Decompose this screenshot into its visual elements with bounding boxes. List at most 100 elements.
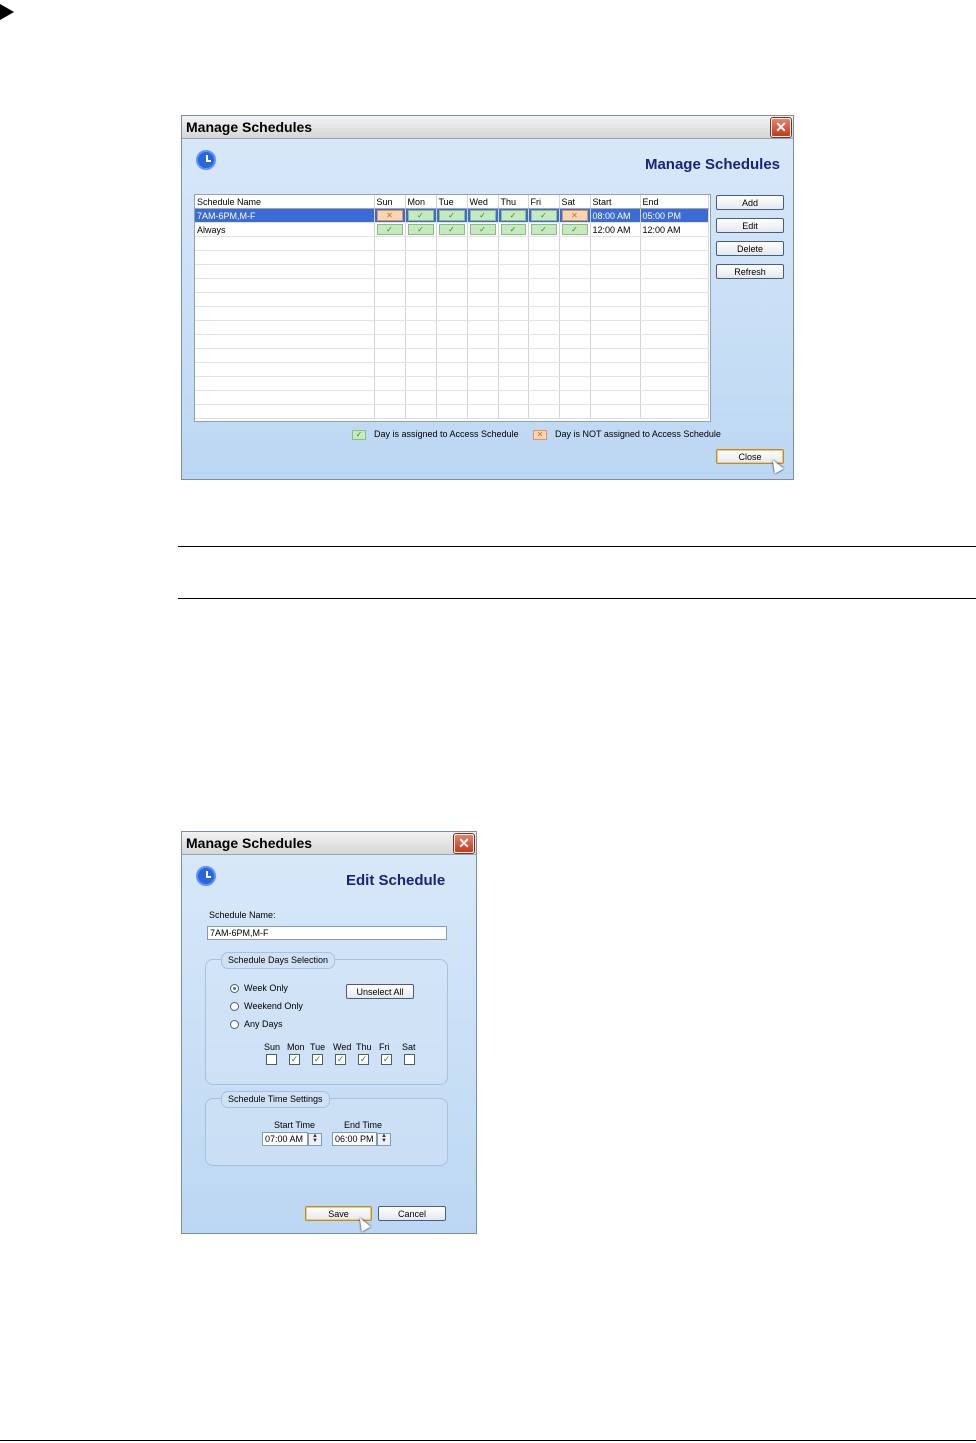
end-time-cell: 12:00 AM bbox=[640, 222, 709, 237]
table-row[interactable]: 7AM-6PM,M-F ✕ ✓ ✓ ✓ ✓ ✓ ✕ 08:00 AM 05:00 PM bbox=[195, 208, 709, 223]
start-time-cell bbox=[590, 404, 641, 419]
add-button[interactable]: Add bbox=[716, 195, 784, 210]
start-time-cell bbox=[590, 334, 641, 349]
edit-button[interactable]: Edit bbox=[716, 218, 784, 233]
day-cell bbox=[498, 376, 529, 391]
start-time-cell bbox=[590, 376, 641, 391]
table-row bbox=[195, 306, 709, 321]
manage-schedules-titlebar: Manage Schedules ✕ bbox=[182, 116, 793, 139]
day-cell bbox=[498, 334, 529, 349]
check-icon: ✓ bbox=[561, 224, 588, 235]
day-checkbox[interactable]: ✓ bbox=[312, 1054, 323, 1065]
cancel-button[interactable]: Cancel bbox=[378, 1206, 446, 1221]
weekend-only-radio[interactable] bbox=[230, 1002, 239, 1011]
day-cell bbox=[405, 264, 437, 279]
day-cell bbox=[436, 278, 468, 293]
column-header[interactable]: Fri bbox=[528, 195, 560, 209]
day-cell bbox=[405, 320, 437, 335]
check-icon: ✓ bbox=[407, 210, 434, 221]
day-cell bbox=[436, 334, 468, 349]
column-header[interactable]: Mon bbox=[405, 195, 437, 209]
schedule-name-cell bbox=[195, 250, 375, 265]
day-cell bbox=[436, 362, 468, 377]
check-icon: ✓ bbox=[407, 224, 434, 235]
clock-icon bbox=[196, 150, 216, 170]
delete-button[interactable]: Delete bbox=[716, 241, 784, 256]
any-days-radio[interactable] bbox=[230, 1020, 239, 1029]
day-cell bbox=[405, 334, 437, 349]
day-cell bbox=[467, 348, 499, 363]
start-time-input[interactable]: 07:00 AM bbox=[262, 1132, 308, 1146]
day-cell bbox=[467, 264, 499, 279]
day-checkbox[interactable]: ✓ bbox=[358, 1054, 369, 1065]
day-checkbox[interactable] bbox=[404, 1054, 415, 1065]
day-checkbox[interactable] bbox=[266, 1054, 277, 1065]
schedule-time-group bbox=[205, 1098, 448, 1166]
close-icon[interactable]: ✕ bbox=[453, 833, 475, 854]
check-icon: ✓ bbox=[500, 210, 526, 221]
day-cell bbox=[467, 376, 499, 391]
column-header[interactable]: Thu bbox=[498, 195, 529, 209]
column-header[interactable]: Start bbox=[590, 195, 641, 209]
day-cell bbox=[405, 404, 437, 419]
column-header[interactable]: Schedule Name bbox=[195, 195, 375, 209]
column-header[interactable]: Wed bbox=[467, 195, 499, 209]
cross-icon: ✕ bbox=[376, 210, 403, 221]
day-checkbox[interactable]: ✓ bbox=[335, 1054, 346, 1065]
end-time-cell bbox=[640, 250, 709, 265]
schedule-name-cell bbox=[195, 236, 375, 251]
day-cell bbox=[498, 236, 529, 251]
day-cell: ✕ bbox=[374, 208, 406, 223]
day-checkbox[interactable]: ✓ bbox=[381, 1054, 392, 1065]
start-time-cell bbox=[590, 236, 641, 251]
check-icon: ✓ bbox=[530, 224, 557, 235]
day-cell bbox=[436, 404, 468, 419]
day-cell bbox=[528, 376, 560, 391]
end-time-spinner[interactable]: ▲ ▼ bbox=[377, 1133, 391, 1146]
day-cell bbox=[374, 236, 406, 251]
start-time-cell bbox=[590, 390, 641, 405]
day-cell bbox=[467, 320, 499, 335]
end-time-cell bbox=[640, 376, 709, 391]
refresh-button[interactable]: Refresh bbox=[716, 264, 784, 279]
day-cell bbox=[467, 306, 499, 321]
schedule-name-input[interactable]: 7AM-6PM,M-F bbox=[207, 926, 447, 940]
column-header[interactable]: Sun bbox=[374, 195, 406, 209]
day-label: Sat bbox=[402, 1042, 416, 1052]
footer-rule bbox=[0, 1440, 976, 1441]
start-time-cell bbox=[590, 278, 641, 293]
column-header[interactable]: Sat bbox=[559, 195, 591, 209]
column-header[interactable]: End bbox=[640, 195, 709, 209]
end-time-cell bbox=[640, 236, 709, 251]
day-cell: ✓ bbox=[374, 222, 406, 237]
day-cell: ✓ bbox=[528, 208, 560, 223]
table-row[interactable]: Always ✓ ✓ ✓ ✓ ✓ ✓ ✓ 12:00 AM 12:00 AM bbox=[195, 222, 709, 237]
end-time-input[interactable]: 06:00 PM bbox=[332, 1132, 377, 1146]
schedule-name-label: Schedule Name: bbox=[209, 910, 276, 920]
unselect-all-button[interactable]: Unselect All bbox=[346, 984, 414, 999]
column-header[interactable]: Tue bbox=[436, 195, 468, 209]
check-icon: ✓ bbox=[530, 210, 557, 221]
check-icon: ✓ bbox=[376, 224, 403, 235]
dialog-header-title: Manage Schedules bbox=[644, 156, 780, 173]
day-cell bbox=[405, 362, 437, 377]
day-cell: ✓ bbox=[498, 208, 529, 223]
day-cell: ✓ bbox=[436, 222, 468, 237]
close-icon[interactable]: ✕ bbox=[770, 117, 792, 138]
day-cell bbox=[528, 306, 560, 321]
schedules-table[interactable]: Schedule Name Sun Mon Tue Wed Thu Fri Sat Start E… bbox=[194, 194, 711, 422]
table-row bbox=[195, 362, 709, 377]
day-cell bbox=[467, 362, 499, 377]
day-cell bbox=[559, 348, 591, 363]
schedule-name-cell bbox=[195, 292, 375, 307]
schedule-name-cell bbox=[195, 278, 375, 293]
table-row bbox=[195, 320, 709, 335]
day-checkbox[interactable]: ✓ bbox=[289, 1054, 300, 1065]
check-icon: ✓ bbox=[500, 224, 526, 235]
day-label: Tue bbox=[310, 1042, 326, 1052]
day-cell bbox=[374, 334, 406, 349]
end-time-cell bbox=[640, 292, 709, 307]
day-cell bbox=[528, 348, 560, 363]
start-time-spinner[interactable]: ▲ ▼ bbox=[308, 1133, 322, 1146]
week-only-radio[interactable] bbox=[230, 984, 239, 993]
